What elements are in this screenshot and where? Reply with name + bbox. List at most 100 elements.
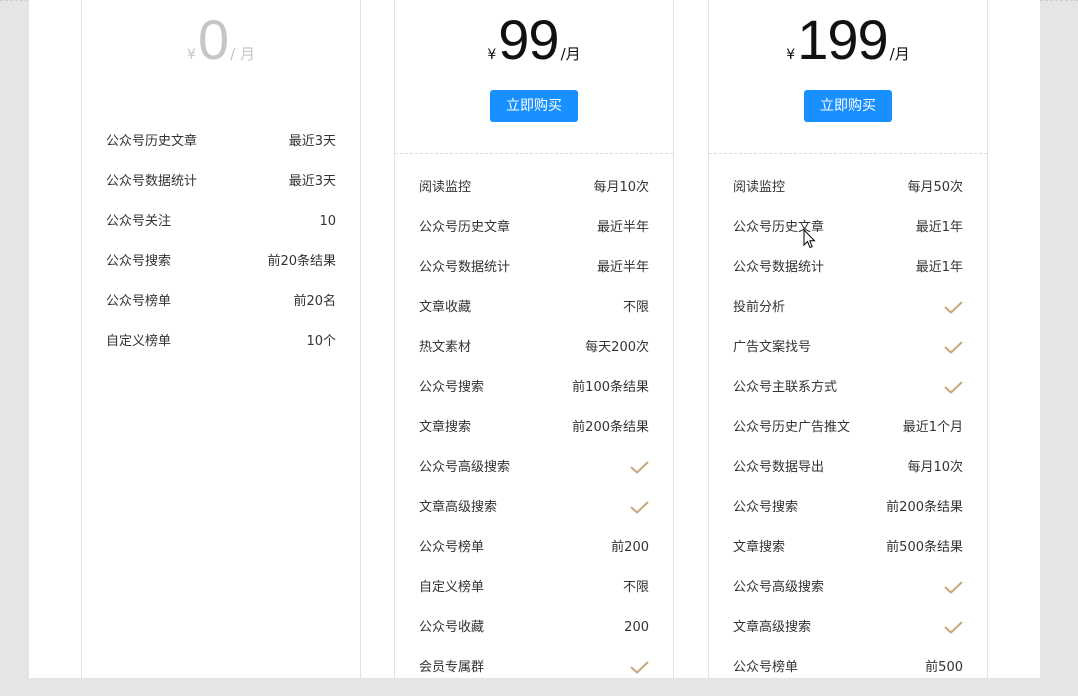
feature-label: 公众号数据统计 xyxy=(419,260,511,275)
mouse-cursor-icon xyxy=(803,229,816,249)
feature-label: 投前分析 xyxy=(733,300,786,315)
price-amount: 0 xyxy=(197,8,229,71)
feature-label: 文章高级搜索 xyxy=(419,500,498,515)
feature-label: 热文素材 xyxy=(419,340,472,355)
feature-row: 公众号数据统计 最近1年 xyxy=(733,256,963,296)
feature-row: 文章搜索 前500条结果 xyxy=(733,536,963,576)
feature-label: 公众号数据统计 xyxy=(106,174,198,189)
card-divider xyxy=(709,153,987,154)
currency-symbol: ¥ xyxy=(487,47,497,63)
feature-row: 投前分析 xyxy=(733,296,963,336)
feature-value: 前20条结果 xyxy=(267,254,336,269)
feature-value: 前500条结果 xyxy=(886,540,963,555)
feature-value: 前20名 xyxy=(293,294,336,309)
feature-label: 公众号搜索 xyxy=(419,380,485,395)
card-divider xyxy=(395,153,673,154)
feature-value: 每天200次 xyxy=(585,340,649,355)
feature-value: 前200条结果 xyxy=(572,420,649,435)
feature-value: 最近半年 xyxy=(596,260,649,275)
feature-label: 公众号高级搜索 xyxy=(419,460,511,475)
plan-card-199: ¥199/月 立即购买 阅读监控 每月50次 公众号历史文章 最近1年 公众号数据统计最… xyxy=(708,0,988,678)
feature-value: 前200条结果 xyxy=(886,500,963,515)
feature-row: 公众号搜索 前200条结果 xyxy=(733,496,963,536)
feature-label: 公众号历史文章 xyxy=(419,220,511,235)
plan-price: ¥0/ 月 xyxy=(82,8,360,72)
feature-row: 公众号数据统计 最近半年 xyxy=(419,256,649,296)
feature-label: 公众号搜索 xyxy=(106,254,172,269)
checkmark-icon xyxy=(944,581,963,594)
feature-row: 公众号主联系方式 xyxy=(733,376,963,416)
feature-value: 不限 xyxy=(622,580,649,595)
feature-row: 公众号榜单 前20名 xyxy=(106,290,336,330)
feature-label: 公众号榜单 xyxy=(106,294,172,309)
feature-label: 文章搜索 xyxy=(419,420,472,435)
feature-value: 最近1年 xyxy=(915,260,963,275)
feature-row: 公众号榜单 前500 xyxy=(733,656,963,696)
buy-now-button[interactable]: 立即购买 xyxy=(490,90,578,122)
buy-now-button[interactable]: 立即购买 xyxy=(804,90,892,122)
feature-row: 自定义榜单 10个 xyxy=(106,330,336,370)
feature-row: 公众号关注 10 xyxy=(106,210,336,250)
plan-price: ¥99/月 xyxy=(395,8,673,72)
feature-label: 公众号关注 xyxy=(106,214,172,229)
feature-label: 公众号历史文章 xyxy=(106,134,198,149)
feature-row: 公众号历史文章 最近半年 xyxy=(419,216,649,256)
feature-row: 公众号高级搜索 xyxy=(419,456,649,496)
feature-row: 广告文案找号 xyxy=(733,336,963,376)
checkmark-icon xyxy=(944,301,963,314)
checkmark-icon xyxy=(630,461,649,474)
feature-value: 前500 xyxy=(925,660,963,675)
plan-card-99: ¥99/月 立即购买 阅读监控 每月10次 公众号历史文章 最近半年 公众号数据统计 最近… xyxy=(394,0,674,678)
feature-value: 最近3天 xyxy=(288,174,336,189)
feature-row: 文章高级搜索 xyxy=(733,616,963,656)
feature-row: 公众号数据导出 每月10次 xyxy=(733,456,963,496)
feature-label: 阅读监控 xyxy=(733,180,786,195)
feature-value: 每月10次 xyxy=(907,460,963,475)
feature-row: 自定义榜单 不限 xyxy=(419,576,649,616)
feature-list: 公众号历史文章 最近3天 公众号数据统计 最近3天 公众号关注 10 公众号搜索 前20条结果… xyxy=(106,130,336,370)
feature-row: 会员专属群 xyxy=(419,656,649,696)
feature-row: 公众号历史文章 最近1年 xyxy=(733,216,963,256)
checkmark-icon xyxy=(944,381,963,394)
feature-label: 公众号数据导出 xyxy=(733,460,825,475)
price-amount: 99 xyxy=(498,8,559,71)
feature-label: 公众号榜单 xyxy=(419,540,485,555)
feature-label: 广告文案找号 xyxy=(733,340,812,355)
feature-label: 阅读监控 xyxy=(419,180,472,195)
feature-value: 200 xyxy=(624,620,649,635)
feature-row: 公众号数据统计 最近3天 xyxy=(106,170,336,210)
feature-label: 公众号搜索 xyxy=(733,500,799,515)
feature-label: 公众号历史广告推文 xyxy=(733,420,851,435)
feature-value: 前100条结果 xyxy=(572,380,649,395)
feature-list: 阅读监控 每月10次 公众号历史文章 最近半年 公众号数据统计 最近半年 文章收藏 不限 热文素… xyxy=(419,176,649,696)
feature-value: 每月10次 xyxy=(593,180,649,195)
feature-value: 最近1个月 xyxy=(902,420,963,435)
feature-row: 文章搜索 前200条结果 xyxy=(419,416,649,456)
feature-label: 文章收藏 xyxy=(419,300,472,315)
feature-row: 公众号榜单 前200 xyxy=(419,536,649,576)
feature-label: 公众号主联系方式 xyxy=(733,380,838,395)
feature-label: 文章高级搜索 xyxy=(733,620,812,635)
feature-row: 阅读监控 每月50次 xyxy=(733,176,963,216)
feature-row: 公众号收藏 200 xyxy=(419,616,649,656)
feature-list: 阅读监控 每月50次 公众号历史文章 最近1年公众号数据统计 最近1年投前分析广告文案找… xyxy=(733,176,963,696)
feature-row: 公众号高级搜索 xyxy=(733,576,963,616)
feature-label: 文章搜索 xyxy=(733,540,786,555)
feature-value: 不限 xyxy=(622,300,649,315)
feature-row: 阅读监控 每月10次 xyxy=(419,176,649,216)
feature-label: 自定义榜单 xyxy=(419,580,485,595)
price-amount: 199 xyxy=(797,8,888,71)
price-period: / 月 xyxy=(230,45,255,63)
checkmark-icon xyxy=(944,621,963,634)
feature-value: 最近半年 xyxy=(596,220,649,235)
feature-value: 10 xyxy=(319,214,336,229)
plan-card-free: ¥0/ 月 公众号历史文章 最近3天 公众号数据统计 最近3天 公众号关注 10 公众号搜索… xyxy=(81,0,361,678)
feature-row: 公众号历史文章 最近3天 xyxy=(106,130,336,170)
feature-label: 公众号数据统计 xyxy=(733,260,825,275)
feature-label: 自定义榜单 xyxy=(106,334,172,349)
feature-row: 文章收藏 不限 xyxy=(419,296,649,336)
feature-row: 公众号搜索 前100条结果 xyxy=(419,376,649,416)
feature-row: 文章高级搜索 xyxy=(419,496,649,536)
price-period: /月 xyxy=(560,45,581,63)
feature-value: 最近3天 xyxy=(288,134,336,149)
